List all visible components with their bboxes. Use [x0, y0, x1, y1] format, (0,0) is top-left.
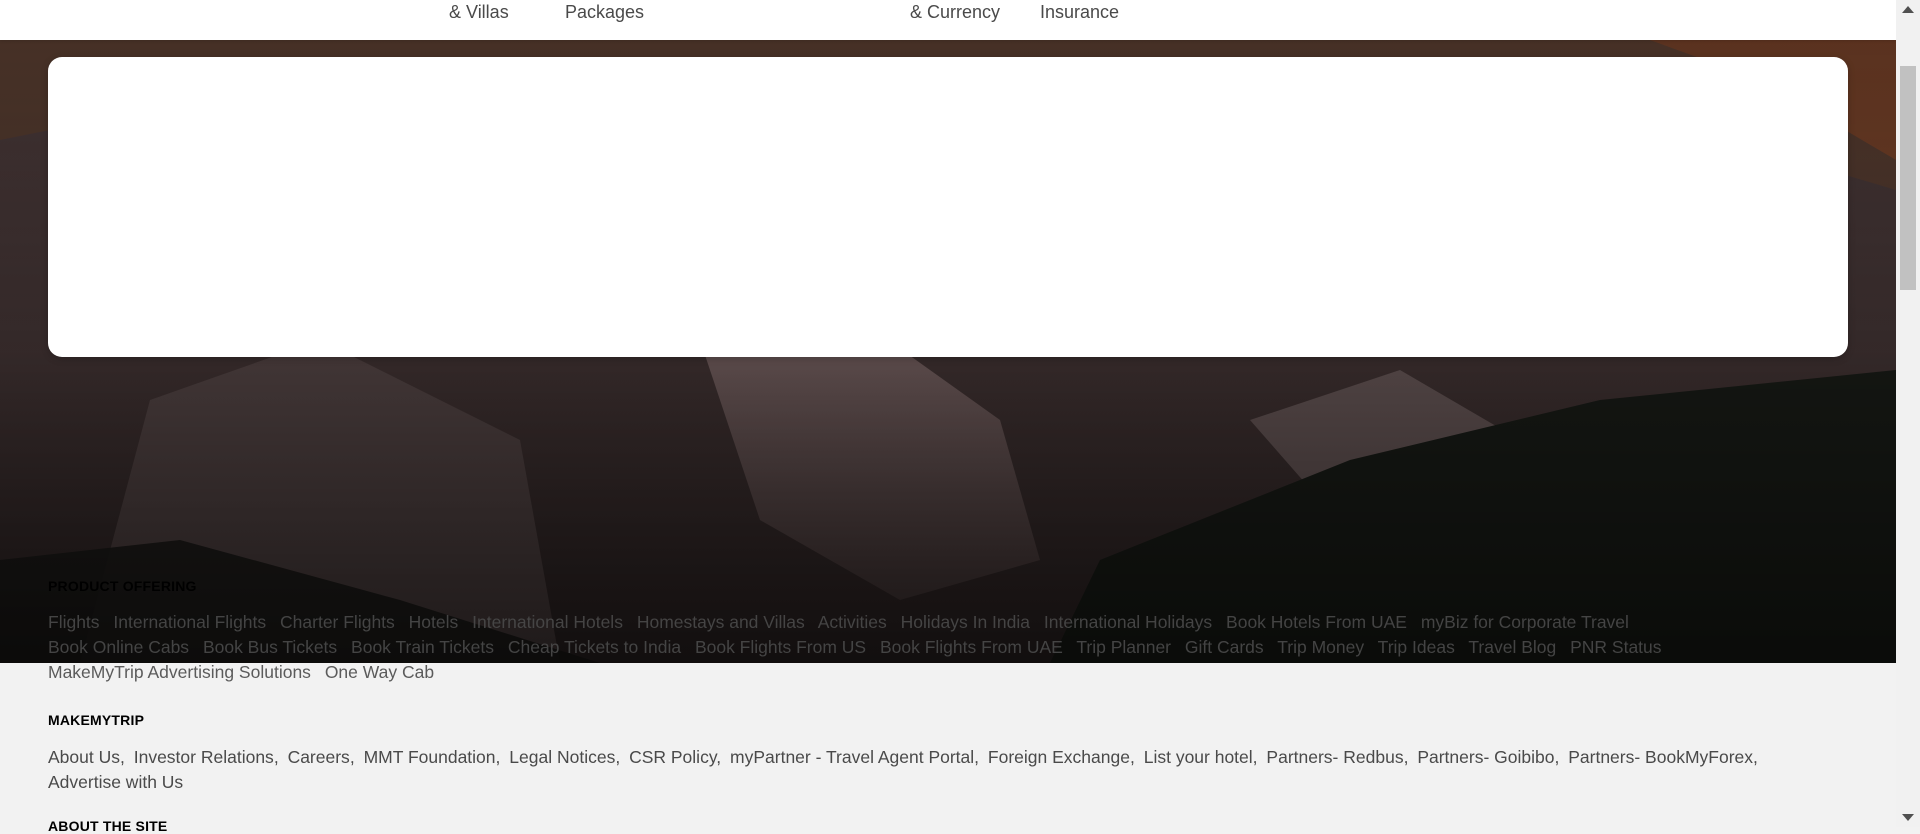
section-title-makemytrip: MAKEMYTRIP — [48, 712, 145, 728]
product-offering-link[interactable]: PNR Status — [1570, 637, 1661, 657]
product-offering-link[interactable]: Book Flights From US — [695, 637, 866, 657]
product-offering-link[interactable]: International Flights — [113, 612, 266, 632]
product-offering-link[interactable]: Holidays In India — [901, 612, 1030, 632]
makemytrip-link[interactable]: Partners- BookMyForex — [1568, 747, 1758, 767]
product-offering-link[interactable]: myBiz for Corporate Travel — [1421, 612, 1629, 632]
makemytrip-link[interactable]: About Us — [48, 747, 125, 767]
product-offering-link[interactable]: Cheap Tickets to India — [508, 637, 681, 657]
makemytrip-link[interactable]: MMT Foundation — [364, 747, 501, 767]
nav-item-homestays-villas[interactable]: & Villas — [449, 0, 509, 24]
makemytrip-link[interactable]: Partners- Redbus — [1266, 747, 1408, 767]
product-offering-link[interactable]: Book Bus Tickets — [203, 637, 337, 657]
nav-item-travel-insurance[interactable]: Insurance — [1040, 0, 1119, 24]
top-navigation: & Villas Packages & Currency Insurance — [0, 0, 1896, 40]
makemytrip-link[interactable]: Advertise with Us — [48, 772, 183, 792]
product-offering-link[interactable]: International Holidays — [1044, 612, 1212, 632]
makemytrip-link[interactable]: myPartner - Travel Agent Portal — [730, 747, 979, 767]
makemytrip-link[interactable]: CSR Policy — [629, 747, 721, 767]
makemytrip-link[interactable]: Investor Relations — [134, 747, 279, 767]
product-offering-link[interactable]: MakeMyTrip Advertising Solutions — [48, 662, 311, 682]
makemytrip-link[interactable]: Legal Notices — [509, 747, 620, 767]
scroll-down-arrow-icon[interactable] — [1902, 814, 1914, 821]
search-widget-card — [48, 57, 1848, 357]
scrollbar-thumb[interactable] — [1900, 66, 1916, 290]
product-offering-link[interactable]: Charter Flights — [280, 612, 395, 632]
product-offering-link[interactable]: One Way Cab — [325, 662, 434, 682]
vertical-scrollbar[interactable] — [1896, 0, 1920, 827]
product-offering-link[interactable]: Hotels — [409, 612, 459, 632]
product-offering-link[interactable]: Flights — [48, 612, 100, 632]
product-offering-link[interactable]: Gift Cards — [1185, 637, 1264, 657]
section-title-product-offering: PRODUCT OFFERING — [48, 578, 197, 594]
nav-item-forex-currency[interactable]: & Currency — [910, 0, 1000, 24]
scroll-up-arrow-icon[interactable] — [1902, 6, 1914, 13]
product-offering-link[interactable]: Trip Money — [1277, 637, 1364, 657]
product-offering-link[interactable]: Trip Planner — [1076, 637, 1171, 657]
makemytrip-link[interactable]: Partners- Goibibo — [1417, 747, 1559, 767]
makemytrip-link[interactable]: Careers — [288, 747, 355, 767]
product-offering-link[interactable]: Trip Ideas — [1378, 637, 1455, 657]
section-title-about-site: ABOUT THE SITE — [48, 818, 168, 834]
product-offering-link[interactable]: International Hotels — [472, 612, 623, 632]
makemytrip-link[interactable]: List your hotel — [1144, 747, 1258, 767]
product-offering-link[interactable]: Travel Blog — [1468, 637, 1556, 657]
product-offering-link[interactable]: Book Train Tickets — [351, 637, 494, 657]
makemytrip-link[interactable]: Foreign Exchange — [988, 747, 1135, 767]
product-offering-link[interactable]: Activities — [818, 612, 887, 632]
nav-item-holiday-packages[interactable]: Packages — [565, 0, 644, 24]
product-offering-link[interactable]: Book Online Cabs — [48, 637, 189, 657]
product-offering-link[interactable]: Book Hotels From UAE — [1226, 612, 1407, 632]
product-offering-link[interactable]: Book Flights From UAE — [880, 637, 1063, 657]
product-offering-links: Flights International Flights Charter Fl… — [48, 610, 1788, 685]
makemytrip-links: About Us Investor Relations Careers MMT … — [48, 745, 1788, 795]
product-offering-link[interactable]: Homestays and Villas — [637, 612, 805, 632]
